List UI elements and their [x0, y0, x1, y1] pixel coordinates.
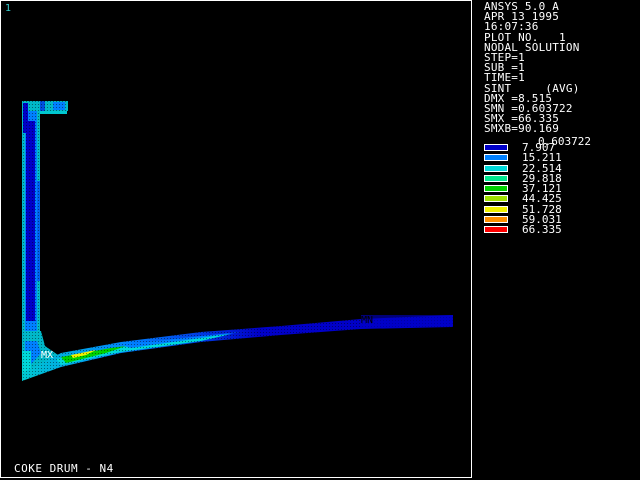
legend-swatch [484, 154, 508, 162]
contour-plot[interactable]: MX MN [1, 1, 473, 479]
legend-swatch [484, 185, 508, 193]
window-number: 1 [5, 3, 12, 14]
legend-swatch [484, 144, 508, 151]
legend-swatch [484, 216, 508, 224]
legend-value: 66.335 [522, 223, 562, 237]
min-marker: MN [361, 315, 373, 326]
legend-swatch [484, 174, 508, 182]
legend-swatch [484, 205, 508, 213]
legend-swatch [484, 164, 508, 172]
max-marker: MX [41, 350, 53, 361]
legend-swatch [484, 226, 508, 234]
info-line: SMXB=90.169 [484, 122, 560, 136]
plot-title: COKE DRUM - N4 [14, 462, 114, 475]
bottom-shell [22, 315, 453, 381]
cylinder-wall [22, 101, 40, 351]
legend-swatch [484, 195, 508, 203]
graphics-window[interactable]: MX MN 1 COKE DRUM - N4 [0, 0, 472, 478]
info-panel: ANSYS 5.0 A APR 13 1995 16:07:36 PLOT NO. 1… [484, 1, 634, 136]
